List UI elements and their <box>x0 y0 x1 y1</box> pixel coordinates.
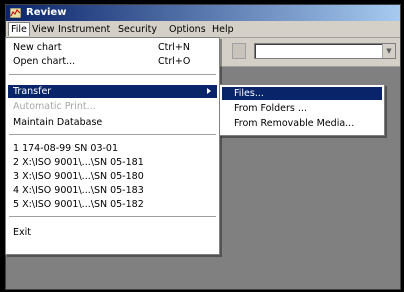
menu-security[interactable]: Security <box>116 23 159 36</box>
menu-item-exit[interactable]: Exit <box>8 226 217 239</box>
menu-item-transfer[interactable]: Transfer <box>8 85 217 98</box>
menu-item-recent-3[interactable]: 3 X:\ISO 9001\...\SN 05-180 <box>8 170 217 183</box>
submenu-item-files[interactable]: Files... <box>222 87 382 100</box>
menu-item-label: From Folders ... <box>234 103 307 114</box>
menu-item-label: 4 X:\ISO 9001\...\SN 05-183 <box>13 185 144 196</box>
app-icon <box>10 8 21 18</box>
menu-item-shortcut: Ctrl+N <box>158 42 190 53</box>
menu-separator <box>9 134 216 135</box>
menu-help[interactable]: Help <box>210 23 236 36</box>
menu-item-label: New chart <box>13 42 62 53</box>
menu-item-recent-1[interactable]: 1 174-08-99 SN 03-01 <box>8 142 217 155</box>
menu-item-label: 5 X:\ISO 9001\...\SN 05-182 <box>13 199 144 210</box>
menu-item-label: Exit <box>13 227 31 238</box>
menu-view[interactable]: View <box>30 23 57 36</box>
menu-options[interactable]: Options <box>167 23 208 36</box>
menu-item-label: Transfer <box>13 86 52 97</box>
menu-item-label: Maintain Database <box>13 117 103 128</box>
toolbar-combo[interactable]: ▼ <box>254 43 396 59</box>
menu-item-automatic-print: Automatic Print... <box>8 100 217 113</box>
menu-item-label: 3 X:\ISO 9001\...\SN 05-180 <box>13 171 144 182</box>
submenu-item-from-folders[interactable]: From Folders ... <box>222 102 382 115</box>
menu-item-recent-5[interactable]: 5 X:\ISO 9001\...\SN 05-182 <box>8 198 217 211</box>
menu-file[interactable]: File <box>8 22 30 36</box>
chevron-down-icon[interactable]: ▼ <box>382 44 395 58</box>
menu-item-label: 2 X:\ISO 9001\...\SN 05-181 <box>13 157 144 168</box>
menu-item-label: Files... <box>234 88 264 99</box>
menu-separator <box>9 216 216 217</box>
submenu-arrow-icon <box>207 88 211 94</box>
menu-item-open-chart[interactable]: Open chart... Ctrl+O <box>8 55 217 68</box>
menu-item-maintain-database[interactable]: Maintain Database <box>8 116 217 129</box>
submenu-item-from-removable-media[interactable]: From Removable Media... <box>222 117 382 130</box>
toolbar-icon[interactable] <box>232 43 246 59</box>
menu-instrument[interactable]: Instrument <box>56 23 112 36</box>
menu-item-label: From Removable Media... <box>234 118 355 129</box>
window-title: Review <box>26 7 67 18</box>
menu-item-recent-4[interactable]: 4 X:\ISO 9001\...\SN 05-183 <box>8 184 217 197</box>
menu-item-shortcut: Ctrl+O <box>158 56 191 67</box>
menu-bar: File View Instrument Security Options He… <box>6 21 400 38</box>
menu-item-label: Automatic Print... <box>13 101 96 112</box>
file-menu: New chart Ctrl+N Open chart... Ctrl+O Tr… <box>5 37 220 255</box>
menu-separator <box>9 74 216 75</box>
transfer-submenu: Files... From Folders ... From Removable… <box>219 84 385 136</box>
menu-item-recent-2[interactable]: 2 X:\ISO 9001\...\SN 05-181 <box>8 156 217 169</box>
menu-item-label: Open chart... <box>13 56 76 67</box>
menu-item-label: 1 174-08-99 SN 03-01 <box>13 143 119 154</box>
menu-item-new-chart[interactable]: New chart Ctrl+N <box>8 41 217 54</box>
title-bar[interactable]: Review <box>6 5 400 21</box>
